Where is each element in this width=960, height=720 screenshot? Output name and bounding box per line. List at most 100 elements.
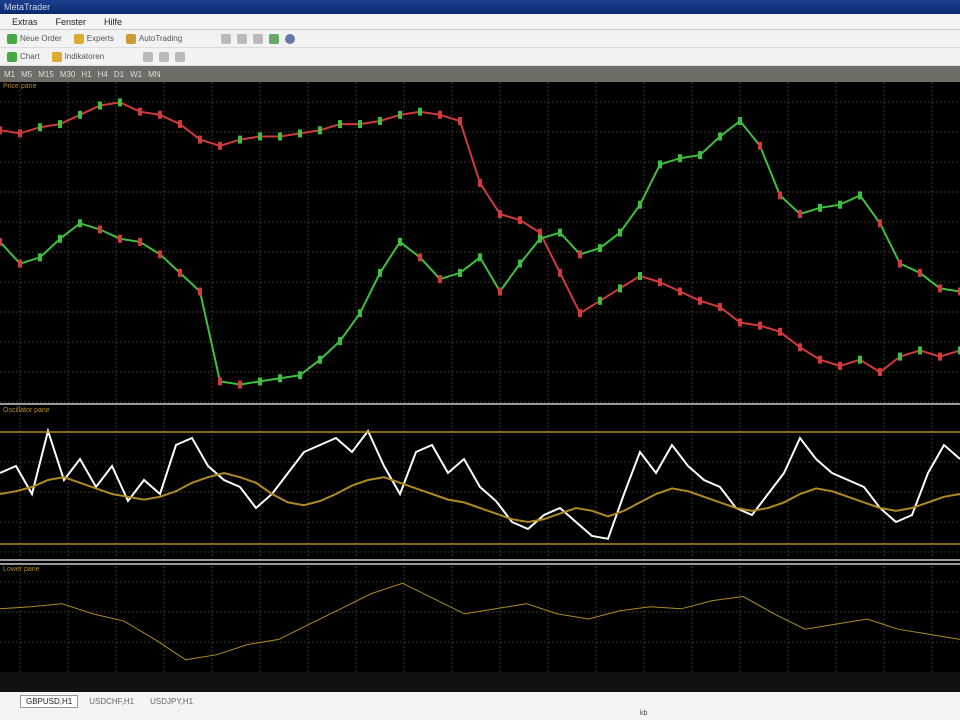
grid-icon[interactable]: [253, 33, 264, 44]
candle: [278, 132, 282, 141]
candle: [118, 98, 122, 107]
candle: [58, 120, 62, 129]
candle: [78, 219, 82, 228]
candle: [758, 141, 762, 150]
candle: [198, 287, 202, 296]
candle: [658, 278, 662, 287]
candle: [638, 200, 642, 209]
timeframe-m1[interactable]: M1: [4, 70, 15, 79]
series-indicator: [0, 582, 960, 661]
indicator-icon: [51, 51, 62, 62]
candle: [498, 210, 502, 218]
candle: [838, 200, 842, 209]
timeframe-mn[interactable]: MN: [148, 70, 160, 79]
candle: [798, 210, 802, 218]
candle: [18, 129, 22, 138]
chart-tabs: GBPUSD,H1 USDCHF,H1 USDJPY,H1: [0, 692, 960, 710]
candle: [298, 371, 302, 380]
candle: [738, 318, 742, 327]
experts-button[interactable]: Experts: [71, 33, 117, 44]
candle: [418, 107, 422, 116]
candle: [698, 151, 702, 160]
lower-pane-title: Lower pane: [3, 566, 40, 573]
tab-gbpusd[interactable]: GBPUSD,H1: [20, 694, 79, 708]
menu-bar: Extras Fenster Hilfe: [0, 14, 960, 30]
candle: [678, 154, 682, 163]
candle: [598, 244, 602, 253]
candle: [358, 309, 362, 318]
candle: [258, 132, 262, 141]
zoom-out-icon[interactable]: [237, 33, 248, 44]
status-text: kb: [640, 710, 648, 717]
candle: [678, 287, 682, 296]
candle: [918, 268, 922, 277]
menu-help[interactable]: Hilfe: [104, 14, 122, 29]
candle: [618, 284, 622, 293]
charts-toolbar: Chart Indikatoren: [0, 48, 960, 66]
candle: [898, 352, 902, 361]
candle: [578, 250, 582, 259]
periods-icon[interactable]: [269, 33, 280, 44]
candle: [858, 355, 862, 364]
line-tool-icon[interactable]: [159, 51, 170, 62]
candle: [438, 110, 442, 119]
crosshair-icon[interactable]: [143, 51, 154, 62]
new-order-icon: [7, 33, 17, 44]
timeframe-w1[interactable]: W1: [130, 70, 142, 79]
tab-usdjpy[interactable]: USDJPY,H1: [145, 696, 198, 707]
candle: [798, 343, 802, 352]
chart-button[interactable]: Chart: [4, 51, 43, 62]
candle: [378, 117, 382, 125]
chart-area[interactable]: Price pane Oscillator pane Lower pane: [0, 82, 960, 692]
candle: [238, 380, 242, 389]
candle: [938, 284, 942, 293]
title-bar: MetaTrader: [0, 0, 960, 14]
menu-extras[interactable]: Extras: [12, 14, 38, 29]
series-oscillator: [0, 427, 960, 540]
candle: [278, 374, 282, 383]
price-pane-title: Price pane: [3, 83, 37, 90]
timeframe-m30[interactable]: M30: [60, 70, 76, 79]
indicators-button[interactable]: Indikatoren: [49, 51, 108, 62]
candle: [0, 237, 2, 246]
candle: [78, 110, 82, 119]
candle: [718, 132, 722, 141]
candle: [458, 117, 462, 125]
chart-canvas[interactable]: [0, 82, 960, 692]
tab-usdchf[interactable]: USDCHF,H1: [84, 696, 139, 707]
candle: [18, 259, 22, 268]
candle: [338, 120, 342, 129]
candle: [238, 135, 242, 144]
candle: [538, 234, 542, 243]
candle: [358, 120, 362, 129]
new-order-button[interactable]: Neue Order: [4, 33, 65, 44]
settings-icon[interactable]: [285, 33, 296, 44]
autotrading-icon: [125, 33, 136, 44]
candle: [938, 352, 942, 361]
candle: [398, 110, 402, 119]
timeframe-m15[interactable]: M15: [38, 70, 54, 79]
timeframe-m5[interactable]: M5: [21, 70, 32, 79]
zoom-in-icon[interactable]: [221, 33, 232, 44]
timeframe-d1[interactable]: D1: [114, 70, 124, 79]
candle: [498, 287, 502, 296]
candle: [318, 355, 322, 364]
timeframe-h1[interactable]: H1: [81, 70, 91, 79]
candle: [118, 234, 122, 243]
candle: [0, 126, 2, 135]
time-axis: [0, 672, 960, 692]
status-bar: kb: [0, 710, 960, 720]
text-tool-icon[interactable]: [175, 51, 186, 62]
candle: [758, 321, 762, 330]
autotrading-button[interactable]: AutoTrading: [123, 33, 185, 44]
timeframe-h4[interactable]: H4: [98, 70, 108, 79]
candle: [378, 268, 382, 277]
menu-window[interactable]: Fenster: [56, 14, 87, 29]
standard-toolbar: Neue Order Experts AutoTrading: [0, 30, 960, 48]
candle: [558, 228, 562, 237]
candle: [618, 228, 622, 237]
candle: [98, 101, 102, 110]
candle: [478, 253, 482, 262]
candle: [558, 268, 562, 277]
candle: [918, 346, 922, 355]
